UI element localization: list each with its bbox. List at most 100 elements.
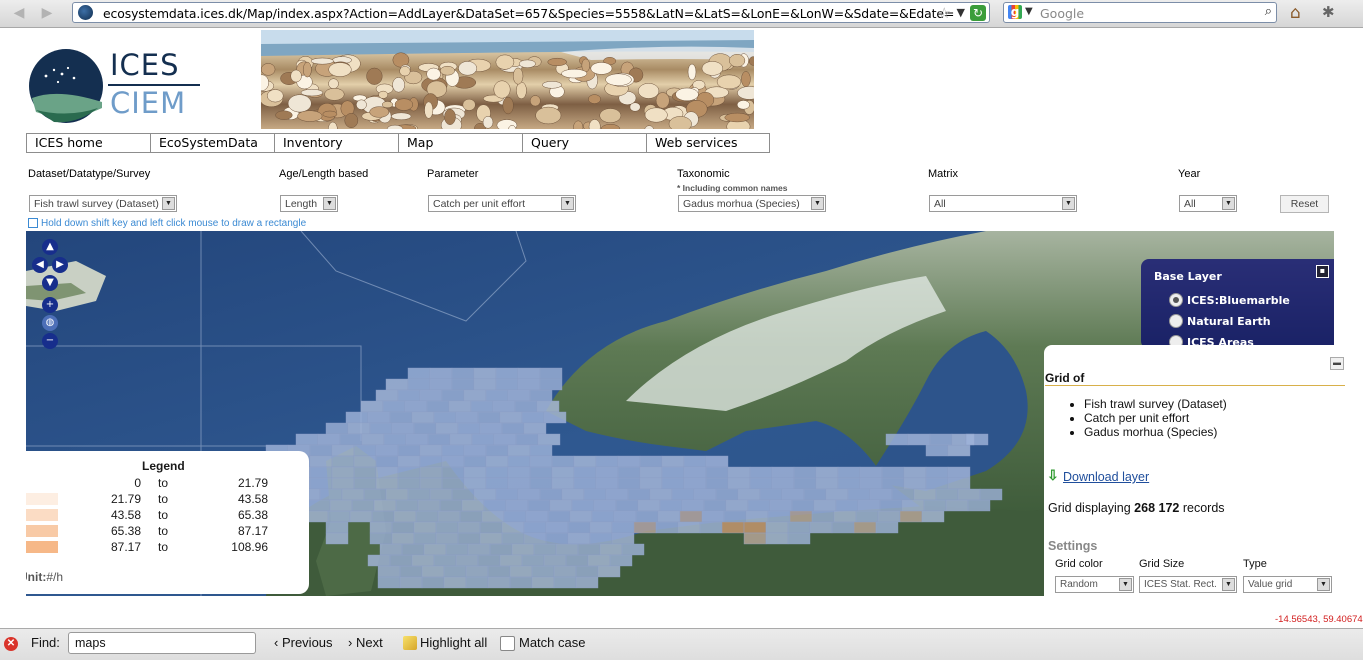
nav-ices-home[interactable]: ICES home	[26, 133, 150, 153]
parameter-select[interactable]: Catch per unit effort ▼	[428, 195, 576, 212]
back-arrow-icon[interactable]: ◀	[8, 3, 30, 23]
reset-button[interactable]: Reset	[1280, 195, 1329, 213]
ices-logo-emblem-icon	[29, 49, 103, 123]
site-favicon-icon	[78, 5, 93, 20]
grid-cell	[765, 532, 789, 545]
zoom-in-icon[interactable]: +	[42, 297, 58, 313]
grid-cell	[433, 554, 457, 567]
pan-right-icon[interactable]: ▶	[52, 257, 68, 273]
grid-cell	[531, 565, 555, 578]
find-next-button[interactable]: › Next	[348, 635, 383, 650]
nav-map[interactable]: Map	[398, 133, 522, 153]
grid-cell	[515, 433, 539, 446]
download-arrow-icon[interactable]: ⇩	[1047, 467, 1059, 484]
url-bar[interactable]: ecosystemdata.ices.dk/Map/index.aspx?Act…	[72, 2, 990, 23]
grid-cell	[443, 565, 467, 578]
grid-cell	[855, 510, 879, 523]
chevron-down-icon: ▼	[1222, 197, 1235, 210]
minimize-icon[interactable]: ▬	[1330, 357, 1344, 370]
shell-shape	[590, 62, 613, 75]
legend-row: 65.38 to 87.17	[26, 524, 309, 540]
nav-inventory[interactable]: Inventory	[274, 133, 398, 153]
grid-cell	[659, 499, 683, 512]
grid-color-select[interactable]: Random ▼	[1055, 576, 1134, 593]
search-bar[interactable]: g ▼ Google ⌕	[1003, 2, 1277, 23]
taxonomic-note: * Including common names	[677, 183, 788, 193]
reload-icon[interactable]: ↻	[970, 5, 986, 21]
grid-cell	[869, 488, 893, 501]
shell-shape	[366, 67, 383, 85]
grid-cell	[325, 521, 349, 534]
home-icon[interactable]: ⌂	[1290, 3, 1310, 23]
grid-cell	[793, 477, 817, 490]
grid-cell	[493, 433, 517, 446]
grid-cell	[551, 477, 575, 490]
browser-toolbar: ◀ ▶ ecosystemdata.ices.dk/Map/index.aspx…	[0, 0, 1363, 28]
grid-cell	[853, 521, 877, 534]
search-engine-dropdown-icon[interactable]: ▼	[1025, 6, 1033, 17]
bookmark-star-icon[interactable]: ☆	[938, 4, 951, 22]
minimize-icon[interactable]: ▪	[1316, 265, 1329, 278]
match-case-checkbox[interactable]	[500, 636, 515, 651]
grid-cell	[577, 543, 601, 556]
url-history-dropdown-icon[interactable]: ▼	[957, 6, 965, 19]
zoom-out-icon[interactable]: −	[42, 333, 58, 349]
grid-cell	[470, 400, 494, 413]
grid-cell	[309, 466, 333, 479]
nav-ecosystemdata[interactable]: EcoSystemData	[150, 133, 274, 153]
grid-cell	[331, 455, 355, 468]
find-previous-button[interactable]: ‹ Previous	[274, 635, 333, 650]
chevron-down-icon: ▼	[811, 197, 824, 210]
grid-cell	[591, 510, 615, 523]
type-select[interactable]: Value grid ▼	[1243, 576, 1332, 593]
baselayer-radio-natural-earth[interactable]	[1169, 314, 1183, 328]
binoculars-search-icon[interactable]: ⌕	[1265, 4, 1272, 19]
pan-up-icon[interactable]: ▲	[42, 239, 58, 255]
grid-cell	[375, 444, 399, 457]
grid-cell	[549, 499, 573, 512]
download-layer-link[interactable]: Download layer	[1063, 470, 1149, 484]
matrix-select[interactable]: All ▼	[929, 195, 1077, 212]
world-zoom-icon[interactable]: ◍	[42, 315, 58, 331]
nav-query[interactable]: Query	[522, 133, 646, 153]
grid-cell	[375, 466, 399, 479]
shell-shape	[310, 57, 334, 65]
grid-cell	[683, 466, 707, 479]
grid-size-select[interactable]: ICES Stat. Rect. ▼	[1139, 576, 1237, 593]
grid-cell	[433, 411, 457, 424]
shell-shape	[267, 89, 284, 103]
baselayer-radio-bluemarble[interactable]	[1169, 293, 1183, 307]
grid-cell	[683, 477, 707, 490]
taxonomic-select[interactable]: Gadus morhua (Species) ▼	[678, 195, 826, 212]
highlight-all-button[interactable]: Highlight all	[420, 635, 487, 650]
grid-cell	[661, 466, 685, 479]
close-icon[interactable]: ✕	[4, 637, 18, 651]
grid-cell	[587, 554, 611, 567]
grid-cell	[635, 510, 659, 523]
year-select[interactable]: All ▼	[1179, 195, 1237, 212]
grid-cell	[661, 477, 685, 490]
forward-arrow-icon[interactable]: ▶	[36, 3, 58, 23]
pan-down-icon[interactable]: ▼	[42, 275, 58, 291]
grid-cell	[679, 510, 703, 523]
grid-cell	[485, 455, 509, 468]
dataset-select-value: Fish trawl survey (Dataset)	[34, 198, 159, 210]
grid-cell	[429, 367, 453, 380]
dataset-select[interactable]: Fish trawl survey (Dataset) ▼	[29, 195, 177, 212]
bug-icon[interactable]: ✱	[1322, 3, 1342, 23]
ices-logo[interactable]: ICES CIEM	[28, 48, 208, 124]
agelength-select[interactable]: Length ▼	[280, 195, 338, 212]
grid-cell	[331, 466, 355, 479]
google-engine-icon[interactable]: g	[1008, 5, 1022, 19]
grid-cell	[555, 543, 579, 556]
shell-shape	[392, 77, 405, 93]
grid-cell	[507, 466, 531, 479]
nav-web-services[interactable]: Web services	[646, 133, 770, 153]
grid-cell	[633, 521, 657, 534]
grid-cell	[451, 488, 475, 501]
grid-cell	[369, 532, 393, 545]
legend-swatch	[26, 541, 58, 553]
pan-left-icon[interactable]: ◀	[32, 257, 48, 273]
find-input[interactable]: maps	[68, 632, 256, 654]
grid-cell	[465, 565, 489, 578]
